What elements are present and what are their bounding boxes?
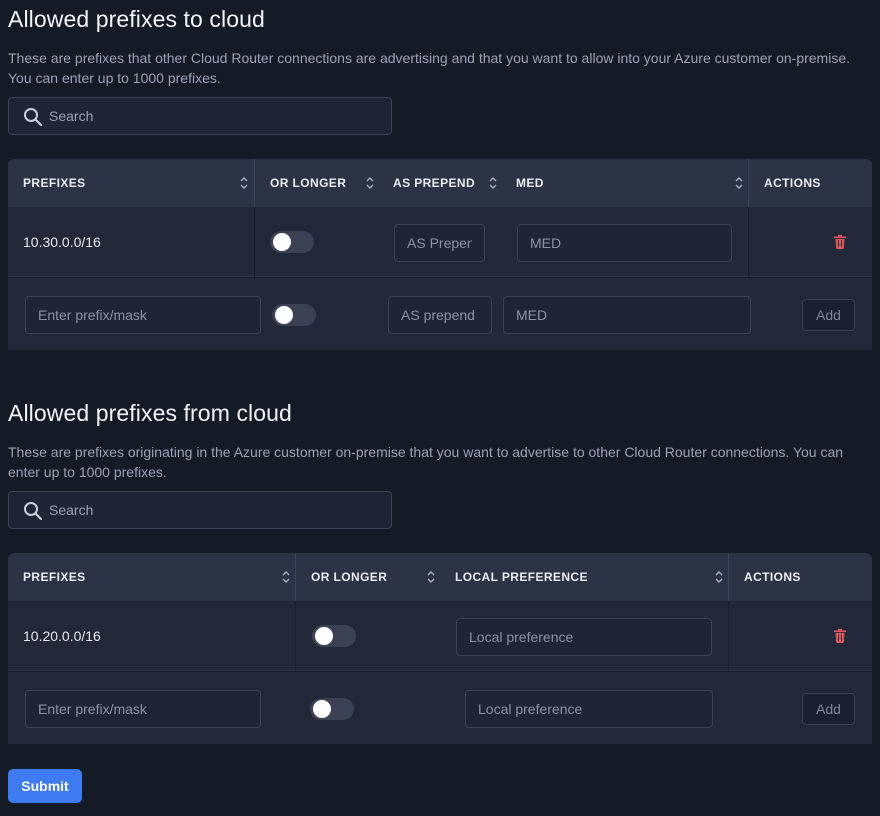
submit-button[interactable]: Submit (8, 769, 82, 803)
new-prefix-input[interactable] (25, 690, 261, 728)
table-row: 10.30.0.0/16 (8, 207, 872, 277)
from-cloud-new-row: Add (8, 672, 872, 744)
new-prefix-input[interactable] (25, 296, 261, 334)
add-button[interactable]: Add (802, 693, 855, 725)
sort-icon[interactable] (488, 175, 498, 191)
column-as-prepend-label: AS PREPEND (393, 176, 476, 190)
column-prefixes-label: PREFIXES (23, 176, 86, 190)
sort-icon[interactable] (281, 569, 291, 585)
add-button[interactable]: Add (802, 299, 855, 331)
new-med-input[interactable] (503, 296, 751, 334)
med-input[interactable] (517, 224, 732, 262)
toggle-knob (315, 627, 333, 645)
column-actions: ACTIONS (729, 553, 872, 601)
sort-icon[interactable] (734, 175, 744, 191)
column-or-longer[interactable]: OR LONGER (296, 553, 440, 601)
column-prefixes-label: PREFIXES (23, 570, 86, 584)
column-actions: ACTIONS (749, 159, 872, 207)
from-cloud-search[interactable] (8, 491, 392, 529)
from-cloud-description: These are prefixes originating in the Az… (8, 444, 844, 480)
to-cloud-title: Allowed prefixes to cloud (8, 6, 265, 32)
to-cloud-table-header: PREFIXES OR LONGER AS PREPEND MED ACTION… (8, 159, 872, 207)
sort-icon[interactable] (365, 175, 375, 191)
cell-divider (254, 207, 255, 277)
table-row: 10.20.0.0/16 (8, 601, 872, 671)
column-local-preference-label: LOCAL PREFERENCE (455, 570, 588, 584)
as-prepend-input[interactable] (394, 224, 485, 262)
local-preference-input[interactable] (456, 618, 712, 656)
toggle-knob (313, 700, 331, 718)
trash-icon[interactable] (834, 629, 846, 643)
column-med-label: MED (516, 176, 544, 190)
search-icon (24, 502, 43, 521)
prefix-value: 10.30.0.0/16 (23, 234, 101, 250)
trash-icon[interactable] (834, 235, 846, 249)
column-med[interactable]: MED (501, 159, 749, 207)
column-actions-label: ACTIONS (744, 570, 801, 584)
or-longer-toggle[interactable] (270, 231, 314, 253)
cell-divider (728, 601, 729, 671)
or-longer-toggle[interactable] (312, 625, 356, 647)
prefix-value: 10.20.0.0/16 (23, 628, 101, 644)
column-or-longer-label: OR LONGER (270, 176, 347, 190)
new-local-preference-input[interactable] (465, 690, 713, 728)
column-local-preference[interactable]: LOCAL PREFERENCE (440, 553, 729, 601)
to-cloud-new-row: Add (8, 278, 872, 350)
toggle-knob (273, 233, 291, 251)
from-cloud-search-input[interactable] (49, 492, 379, 528)
sort-icon[interactable] (714, 569, 724, 585)
column-prefixes[interactable]: PREFIXES (8, 553, 296, 601)
sort-icon[interactable] (426, 569, 436, 585)
toggle-knob (275, 306, 293, 324)
new-as-prepend-input[interactable] (388, 296, 492, 334)
from-cloud-title: Allowed prefixes from cloud (8, 400, 292, 426)
new-or-longer-toggle[interactable] (310, 698, 354, 720)
new-or-longer-toggle[interactable] (272, 304, 316, 326)
sort-icon[interactable] (239, 175, 249, 191)
to-cloud-description: These are prefixes that other Cloud Rout… (8, 50, 851, 86)
column-prefixes[interactable]: PREFIXES (8, 159, 255, 207)
cell-divider (748, 207, 749, 277)
to-cloud-search-input[interactable] (49, 98, 379, 134)
column-as-prepend[interactable]: AS PREPEND (378, 159, 501, 207)
cell-divider (295, 601, 296, 671)
column-or-longer[interactable]: OR LONGER (255, 159, 378, 207)
to-cloud-search[interactable] (8, 97, 392, 135)
column-or-longer-label: OR LONGER (311, 570, 388, 584)
column-actions-label: ACTIONS (764, 176, 821, 190)
from-cloud-table-header: PREFIXES OR LONGER LOCAL PREFERENCE ACTI… (8, 553, 872, 601)
search-icon (24, 108, 43, 127)
